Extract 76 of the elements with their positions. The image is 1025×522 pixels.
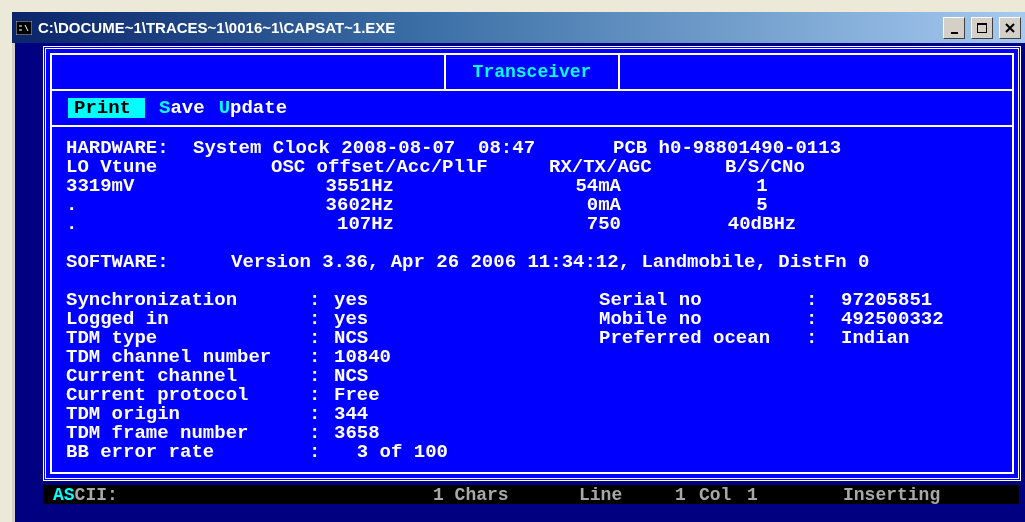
field-label: BB error rate: [66, 443, 216, 462]
section-label: SOFTWARE:: [66, 253, 170, 272]
field-value: 3658: [334, 424, 380, 443]
field-label: Current protocol: [66, 386, 250, 405]
minimize-button[interactable]: [943, 16, 965, 39]
software-version: Version 3.36, Apr 26 2006 11:34:12, Landmobile, DistFn 0: [231, 253, 870, 272]
menu-item[interactable]: Save: [159, 98, 205, 118]
hardware-value: 54mA: [574, 177, 622, 196]
minimize-icon: [950, 31, 958, 34]
hardware-value: .: [66, 196, 79, 215]
column-header: B/S/CNo: [725, 158, 806, 177]
field-separator: :: [309, 329, 322, 348]
column-header: LO Vtune: [66, 158, 159, 177]
field-label: TDM type: [66, 329, 159, 348]
hardware-value: 40dBHz: [726, 215, 798, 234]
pcb-number: PCB h0-98801490-0113: [613, 139, 842, 158]
console-icon: [16, 20, 32, 35]
hardware-value: 1: [755, 177, 769, 196]
close-icon: [1005, 22, 1015, 33]
menu-item[interactable]: Update: [218, 98, 288, 118]
section-label: HARDWARE:: [66, 139, 170, 158]
hardware-value: 3319mV: [66, 177, 136, 196]
field-value: 344: [334, 405, 370, 424]
hardware-value: 3602Hz: [324, 196, 395, 215]
field-separator: :: [309, 367, 322, 386]
system-clock: System Clock 2008-08-07 08:47: [193, 139, 537, 158]
hardware-value: 5: [755, 196, 769, 215]
field-label: Current channel: [66, 367, 239, 386]
field-label: Logged in: [66, 310, 169, 329]
column-header: OSC offset/Acc/PllF: [271, 158, 489, 177]
field-label: Mobile no: [599, 310, 703, 329]
field-separator: :: [309, 291, 322, 310]
field-separator: :: [806, 291, 819, 310]
field-separator: :: [806, 310, 819, 329]
status-label: Col: [699, 484, 733, 505]
field-value: yes: [334, 291, 370, 310]
window-title: C:\DOCUME~1\TRACES~1\0016~1\CAPSAT~1.EXE: [38, 19, 397, 36]
field-value: Indian: [841, 329, 911, 348]
field-value: 97205851: [841, 291, 934, 310]
status-mode: ASCII:: [53, 484, 119, 505]
field-label: TDM origin: [66, 405, 181, 424]
field-separator: :: [309, 348, 322, 367]
field-label: Synchronization: [66, 291, 239, 310]
field-value: yes: [334, 310, 370, 329]
menu-item[interactable]: Print: [68, 98, 145, 118]
status-value: 1: [675, 484, 687, 505]
field-separator: :: [309, 310, 322, 329]
field-value: Free: [334, 386, 381, 405]
field-label: Preferred ocean: [599, 329, 772, 348]
status-label: Line: [579, 484, 624, 505]
field-value: 492500332: [841, 310, 945, 329]
field-separator: :: [309, 386, 322, 405]
field-label: TDM channel number: [66, 348, 273, 367]
hardware-value: .: [66, 215, 79, 234]
column-header: RX/TX/AGC: [549, 158, 653, 177]
maximize-icon: [977, 22, 987, 33]
status-insert-mode: Inserting: [843, 484, 941, 505]
hardware-value: 0mA: [585, 196, 622, 215]
field-value: 10840: [334, 348, 392, 367]
field-value: NCS: [334, 367, 370, 386]
field-separator: :: [806, 329, 819, 348]
status-chars: 1 Chars: [433, 484, 510, 505]
field-label: TDM frame number: [66, 424, 250, 443]
hardware-value: 750: [585, 215, 622, 234]
status-value: 1: [747, 484, 759, 505]
panel-title: Transceiver: [472, 62, 592, 82]
field-value: NCS: [334, 329, 370, 348]
close-button[interactable]: [999, 16, 1021, 39]
field-separator: :: [309, 405, 322, 424]
maximize-button[interactable]: [971, 16, 993, 39]
field-separator: :: [309, 424, 322, 443]
field-separator: :: [309, 443, 322, 462]
field-value: 3 of 100: [355, 443, 450, 462]
hardware-value: 107Hz: [336, 215, 395, 234]
field-label: Serial no: [599, 291, 703, 310]
hardware-value: 3551Hz: [324, 177, 395, 196]
